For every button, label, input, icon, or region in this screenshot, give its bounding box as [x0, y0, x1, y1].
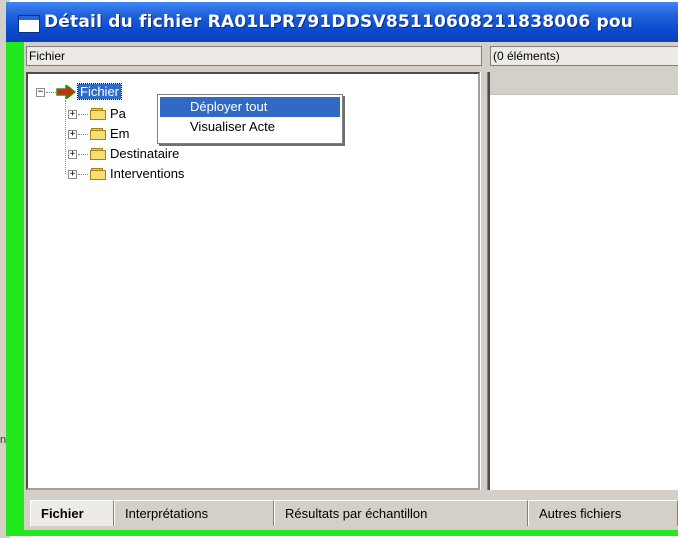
tree-node-root-label: Fichier — [76, 83, 123, 100]
expand-node-toggle[interactable]: + — [68, 130, 77, 139]
folder-icon — [90, 168, 106, 180]
tree-node[interactable]: Interventions — [110, 165, 184, 183]
tree-connector — [78, 114, 88, 115]
folder-icon — [90, 148, 106, 160]
tree-connector — [46, 92, 56, 93]
list-column-header — [490, 72, 678, 95]
details-list[interactable] — [488, 72, 678, 490]
window-title: Détail du fichier RA01LPR791DDSV85110608… — [44, 12, 634, 32]
list-pane-header: (0 éléments) — [490, 46, 678, 66]
tab-interpretations[interactable]: Interprétations — [114, 500, 274, 526]
folder-icon — [90, 108, 106, 120]
window-content: Fichier (0 éléments) − Fichier + Pa + Em… — [24, 42, 678, 530]
red-arrow-icon — [56, 85, 76, 99]
collapse-root-toggle[interactable]: − — [36, 88, 45, 97]
pane-splitter[interactable] — [480, 72, 488, 490]
expand-node-toggle[interactable]: + — [68, 110, 77, 119]
expand-node-toggle[interactable]: + — [68, 170, 77, 179]
tab-bar: Fichier Interprétations Résultats par éc… — [24, 494, 678, 530]
tab-fichier[interactable]: Fichier — [30, 500, 114, 526]
tree-node[interactable]: Em — [110, 125, 130, 143]
menu-item-visualiser-acte[interactable]: Visualiser Acte — [160, 117, 340, 137]
tree-connector — [65, 100, 66, 174]
tree-connector — [78, 154, 88, 155]
title-bar[interactable]: Détail du fichier RA01LPR791DDSV85110608… — [6, 2, 678, 42]
tree-node[interactable]: Pa — [110, 105, 126, 123]
tab-resultats-par-echantillon[interactable]: Résultats par échantillon — [274, 500, 528, 526]
menu-item-deployer-tout[interactable]: Déployer tout — [160, 97, 340, 117]
file-detail-window: Détail du fichier RA01LPR791DDSV85110608… — [6, 2, 678, 536]
tree-pane-header: Fichier — [26, 46, 482, 66]
tree-node[interactable]: Destinataire — [110, 145, 179, 163]
tab-autres-fichiers[interactable]: Autres fichiers — [528, 500, 678, 526]
tree-connector — [78, 134, 88, 135]
expand-node-toggle[interactable]: + — [68, 150, 77, 159]
tree-node-root[interactable]: Fichier — [76, 83, 123, 101]
tree-connector — [78, 174, 88, 175]
context-menu: Déployer tout Visualiser Acte — [157, 94, 343, 144]
window-icon — [18, 15, 40, 33]
folder-icon — [90, 128, 106, 140]
